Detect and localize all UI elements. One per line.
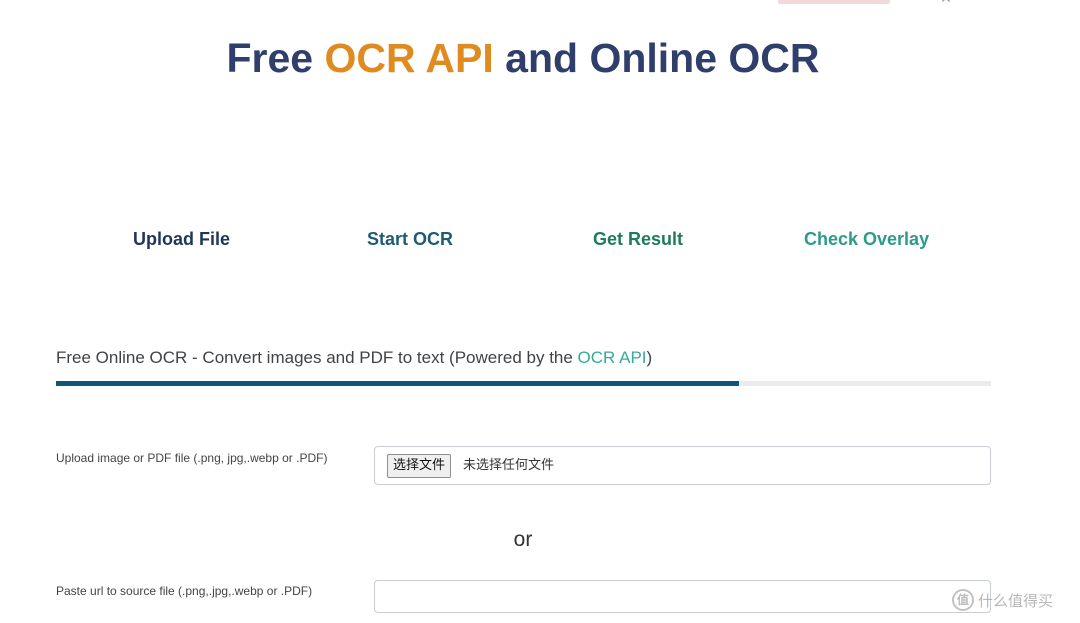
close-icon[interactable]: ✕ (937, 0, 955, 5)
step-upload-file[interactable]: Upload File (133, 226, 230, 252)
page-title: Free OCR API and Online OCR (0, 32, 1046, 84)
page-title-prefix: Free (226, 35, 325, 81)
progress-fill (56, 381, 739, 386)
progress-track (56, 381, 991, 386)
section-title-text: Free Online OCR - Convert images and PDF… (56, 348, 578, 367)
url-input[interactable] (374, 580, 991, 613)
section-title: Free Online OCR - Convert images and PDF… (56, 346, 652, 370)
ocr-api-link[interactable]: OCR API (578, 348, 647, 367)
steps-nav: Upload File Start OCR Get Result Check O… (0, 226, 1080, 254)
step-get-result[interactable]: Get Result (593, 226, 683, 252)
page-title-accent: OCR API (324, 35, 494, 81)
watermark-text: 什么值得买 (978, 591, 1054, 610)
file-status-text: 未选择任何文件 (463, 458, 555, 473)
section-title-close: ) (646, 348, 653, 367)
file-input[interactable]: 选择文件 未选择任何文件 (374, 446, 991, 485)
step-check-overlay[interactable]: Check Overlay (804, 226, 929, 252)
top-pink-strip (778, 0, 890, 4)
choose-file-button[interactable]: 选择文件 (387, 454, 452, 478)
upload-label: Upload image or PDF file (.png, jpg,.web… (56, 451, 328, 465)
or-separator: or (513, 528, 533, 551)
url-label: Paste url to source file (.png,.jpg,.web… (56, 584, 313, 598)
watermark-logo: 值 (952, 589, 974, 611)
page-title-suffix: and Online OCR (493, 35, 820, 81)
ocr-page: ✕ Free OCR API and Online OCR Upload Fil… (0, 0, 1080, 623)
step-start-ocr[interactable]: Start OCR (367, 226, 453, 252)
watermark: 值 什么值得买 (952, 588, 1053, 612)
